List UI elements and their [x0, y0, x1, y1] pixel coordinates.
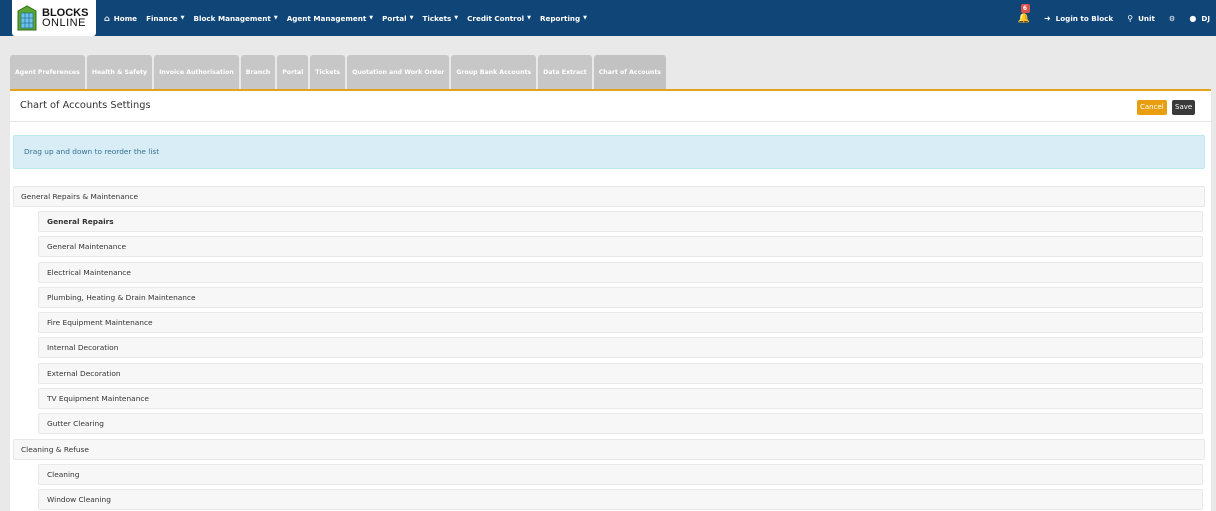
top-navbar: BLOCKS ONLINE ⌂ Home Finance ▼ Block Man…	[0, 0, 1216, 36]
tab-portal[interactable]: Portal	[277, 55, 309, 89]
notification-badge: 6	[1020, 3, 1030, 13]
user-icon: ●	[1189, 13, 1197, 23]
list-item[interactable]: Fire Equipment Maintenance	[38, 312, 1203, 334]
caret-down-icon: ▼	[369, 15, 374, 21]
caret-down-icon: ▼	[273, 15, 278, 21]
user-initials: DJ	[1201, 13, 1210, 23]
list-item[interactable]: General Maintenance	[38, 236, 1203, 258]
sign-in-icon: ➜	[1043, 13, 1051, 23]
list-item[interactable]: TV Equipment Maintenance	[38, 388, 1203, 410]
list-item[interactable]: Plumbing, Heating & Drain Maintenance	[38, 286, 1203, 308]
search-icon: ⚲	[1127, 13, 1134, 23]
caret-down-icon: ▼	[409, 15, 414, 21]
nav-credit-control-label: Credit Control	[467, 13, 525, 23]
settings-button[interactable]: ⚙	[1169, 14, 1175, 23]
unit-search-link[interactable]: ⚲ Unit	[1127, 14, 1155, 23]
nav-right: 🔔 6 ➜ Login to Block ⚲ Unit ⚙ ● DJ	[1017, 0, 1210, 36]
tab-group-bank-accounts[interactable]: Group Bank Accounts	[451, 55, 537, 89]
caret-down-icon: ▼	[454, 15, 459, 21]
home-icon: ⌂	[104, 13, 110, 23]
list-item[interactable]: Internal Decoration	[38, 337, 1203, 359]
settings-panel: Chart of Accounts Settings Cancel Save D…	[10, 89, 1211, 511]
brand-line2: ONLINE	[42, 17, 86, 29]
group-cleaning-refuse[interactable]: Cleaning & Refuse	[13, 438, 1205, 460]
tab-agent-preferences[interactable]: Agent Preferences	[10, 55, 85, 89]
list-item[interactable]: General Repairs	[38, 211, 1203, 232]
bell-icon: 🔔	[1017, 12, 1030, 24]
tab-invoice-authorisation[interactable]: Invoice Authorisation	[154, 55, 239, 89]
nav-home-label: Home	[113, 13, 138, 23]
panel-header: Chart of Accounts Settings Cancel Save	[10, 91, 1211, 122]
settings-tabs: Agent Preferences Health & Safety Invoic…	[10, 55, 668, 89]
main-menu: ⌂ Home Finance ▼ Block Management ▼ Agen…	[104, 0, 596, 36]
list-item[interactable]: Gutter Clearing	[38, 413, 1203, 435]
caret-down-icon: ▼	[583, 15, 588, 21]
list-item[interactable]: Window Cleaning	[38, 488, 1203, 510]
list-item[interactable]: Cleaning	[38, 463, 1203, 485]
nav-agent-management[interactable]: Agent Management ▼	[287, 14, 373, 23]
brand-text: BLOCKS ONLINE	[42, 8, 88, 29]
nav-finance-label: Finance	[146, 13, 178, 23]
login-to-block-label: Login to Block	[1055, 13, 1114, 23]
nav-block-management[interactable]: Block Management ▼	[194, 14, 278, 23]
unit-label: Unit	[1138, 13, 1155, 23]
nav-reporting-label: Reporting	[539, 13, 581, 23]
sortable-accounts-list: General Repairs & Maintenance General Re…	[13, 186, 1205, 511]
nav-portal-label: Portal	[382, 13, 407, 23]
user-menu[interactable]: ● DJ	[1189, 14, 1210, 23]
brand-logo[interactable]: BLOCKS ONLINE	[15, 1, 93, 35]
nav-reporting[interactable]: Reporting ▼	[540, 14, 587, 23]
nav-agent-management-label: Agent Management	[286, 13, 367, 23]
tab-branch[interactable]: Branch	[240, 55, 276, 89]
notifications-button[interactable]: 🔔 6	[1017, 3, 1030, 24]
tab-health-safety[interactable]: Health & Safety	[86, 55, 153, 89]
save-button[interactable]: Save	[1172, 100, 1196, 115]
info-alert: Drag up and down to reorder the list	[13, 135, 1205, 169]
building-logo-icon	[17, 5, 37, 31]
nav-home[interactable]: ⌂ Home	[104, 14, 137, 23]
tab-chart-of-accounts[interactable]: Chart of Accounts	[593, 55, 666, 89]
nav-block-management-label: Block Management	[193, 13, 271, 23]
tab-quotation-work-order[interactable]: Quotation and Work Order	[347, 55, 450, 89]
tab-tickets[interactable]: Tickets	[310, 55, 346, 89]
page-title: Chart of Accounts Settings	[20, 100, 151, 111]
login-to-block-link[interactable]: ➜ Login to Block	[1044, 14, 1113, 23]
caret-down-icon: ▼	[180, 15, 185, 21]
caret-down-icon: ▼	[527, 15, 531, 21]
list-item[interactable]: Electrical Maintenance	[38, 261, 1203, 283]
nav-credit-control[interactable]: Credit Control ▼	[467, 14, 531, 23]
tab-data-extract[interactable]: Data Extract	[538, 55, 592, 89]
gear-icon: ⚙	[1168, 13, 1176, 23]
list-item[interactable]: External Decoration	[38, 362, 1203, 384]
nav-portal[interactable]: Portal ▼	[382, 14, 413, 23]
nav-tickets[interactable]: Tickets ▼	[422, 14, 458, 23]
nav-tickets-label: Tickets	[422, 13, 452, 23]
nav-finance[interactable]: Finance ▼	[146, 14, 184, 23]
cancel-button[interactable]: Cancel	[1137, 100, 1167, 115]
group-general-repairs-maintenance[interactable]: General Repairs & Maintenance	[13, 186, 1205, 207]
